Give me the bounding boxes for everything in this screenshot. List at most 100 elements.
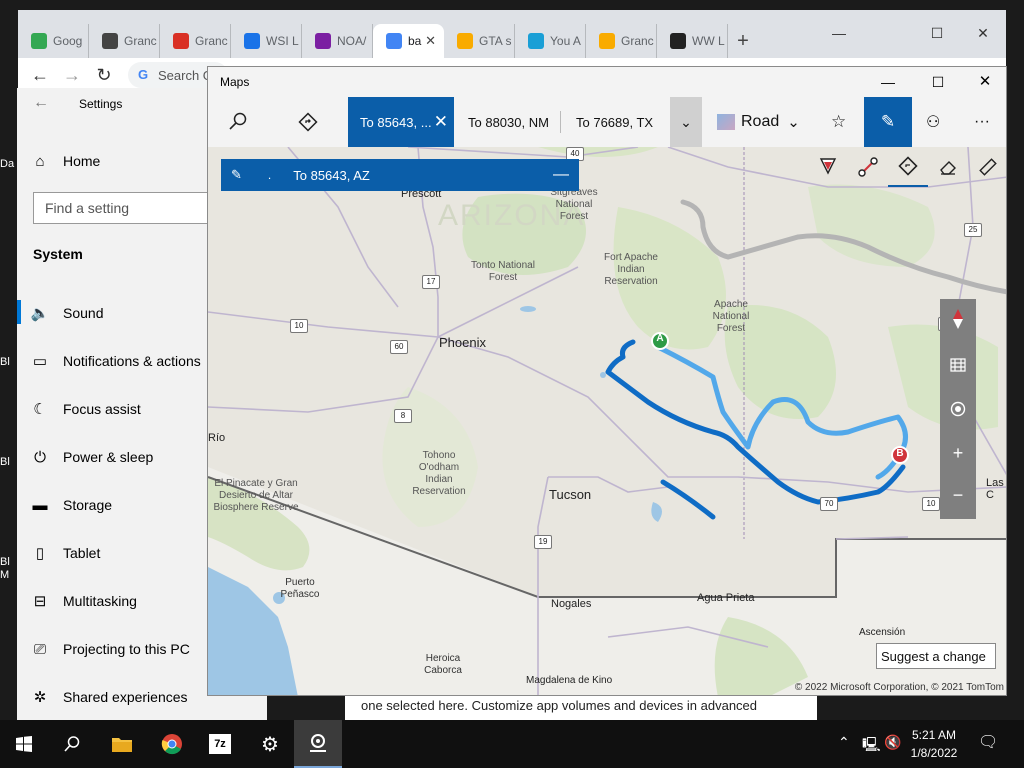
route-marker-b[interactable]: B (894, 448, 906, 459)
7zip-icon: 7z (209, 734, 231, 754)
more-button[interactable]: ··· (974, 97, 996, 147)
multitasking-icon: ⊟ (33, 593, 47, 610)
browser-tab-label: GTA s (479, 34, 512, 48)
highway-shield: 60 (390, 340, 408, 354)
settings-button[interactable]: ⚙ (246, 720, 294, 768)
close-button[interactable]: ✕ (960, 18, 1006, 48)
edit-pencil-icon[interactable]: ✎ (231, 167, 242, 183)
region-label: Sitgreaves National Forest (550, 187, 598, 222)
volume-muted-icon[interactable]: 🔇 (884, 734, 901, 751)
favicon-icon (102, 33, 118, 49)
browser-tab[interactable]: Goog (18, 24, 89, 58)
measure-tool[interactable] (848, 147, 888, 187)
minimize-button[interactable]: — (868, 69, 908, 95)
tab-route-1[interactable]: To 85643, ... ✕ (348, 97, 454, 147)
section-heading: System (33, 246, 83, 262)
reload-button[interactable]: ↻ (90, 62, 118, 88)
search-button[interactable] (228, 97, 258, 147)
chrome-button[interactable] (148, 720, 196, 768)
person-icon: ⚇ (926, 114, 941, 131)
action-center-button[interactable]: 🗨 (978, 732, 998, 752)
settings-description: one selected here. Customize app volumes… (345, 696, 817, 720)
directions-ink-tool[interactable] (888, 147, 928, 187)
browser-tab[interactable]: WW L (657, 24, 728, 58)
browser-tab[interactable]: Granc (160, 24, 231, 58)
browser-tab[interactable]: WSI L (231, 24, 302, 58)
close-button[interactable]: ✕ (965, 69, 1005, 95)
browser-tab[interactable]: ba ✕ (373, 24, 444, 58)
directions-button[interactable] (298, 97, 328, 147)
home-icon: ⌂ (35, 152, 45, 170)
map-canvas[interactable]: A B ARIZONA 4017106081970102585 Sitgreav… (208, 147, 1006, 695)
minimize-button[interactable]: — (816, 18, 862, 48)
clock[interactable]: 5:21 AM 1/8/2022 (904, 726, 964, 762)
moon-icon: ☾ (33, 401, 47, 418)
taskbar: 7z ⚙ ⌃ 🖳 🔇 5:21 AM 1/8/2022 🗨 (0, 720, 1024, 768)
show-hidden-icons-button[interactable]: ⌃ (838, 734, 850, 751)
eraser-icon (940, 161, 956, 175)
route-marker-a[interactable]: A (654, 333, 666, 344)
region-label: Fort Apache Indian Reservation (604, 252, 658, 287)
browser-tab-label: Granc (195, 34, 228, 48)
highway-shield: 10 (922, 497, 940, 511)
browser-tab-label: You A (550, 34, 581, 48)
close-route-icon[interactable]: ✕ (434, 112, 448, 132)
maximize-button[interactable]: ☐ (914, 18, 960, 48)
directions-banner[interactable]: ✎ . To 85643, AZ — (221, 159, 579, 191)
browser-tab[interactable]: NOA/ (302, 24, 373, 58)
highway-shield: 19 (534, 535, 552, 549)
find-setting-placeholder: Find a setting (45, 200, 130, 216)
search-button[interactable] (48, 720, 96, 768)
back-arrow-icon[interactable]: ← (33, 94, 49, 112)
zoom-out-button[interactable]: − (940, 475, 976, 515)
settings-nav-label: Shared experiences (63, 689, 188, 705)
eraser-tool[interactable] (928, 147, 968, 187)
tab-route-3[interactable]: To 76689, TX (564, 97, 668, 147)
settings-nav-label: Notifications & actions (63, 353, 201, 369)
compass-button[interactable] (940, 299, 976, 339)
collapse-icon[interactable]: — (553, 166, 569, 184)
browser-tab[interactable]: You A (515, 24, 586, 58)
ruler-tool[interactable] (968, 147, 1006, 187)
google-g-icon: G (138, 67, 149, 82)
more-icon: ··· (974, 113, 990, 130)
maximize-button[interactable]: ☐ (918, 69, 958, 95)
file-explorer-button[interactable] (98, 720, 146, 768)
map-view-dropdown[interactable]: Road ⌄ (717, 97, 807, 147)
ink-button[interactable]: ✎ (864, 97, 912, 147)
back-button[interactable]: ← (26, 62, 54, 88)
city-label: Heroica Caborca (424, 653, 462, 676)
close-tab-icon[interactable]: ✕ (425, 33, 436, 49)
browser-tab[interactable]: Granc (89, 24, 160, 58)
browser-tab[interactable]: Granc (586, 24, 657, 58)
forward-button[interactable]: → (58, 62, 86, 88)
banner-dot-icon: . (267, 168, 272, 182)
search-icon (229, 112, 247, 130)
7zip-button[interactable]: 7z (196, 720, 244, 768)
tab-route-2[interactable]: To 88030, NM (458, 97, 558, 147)
city-label: Puerto Peñasco (280, 577, 320, 600)
browser-tab[interactable]: GTA s (444, 24, 515, 58)
suggest-change-button[interactable]: Suggest a change (876, 643, 996, 669)
new-tab-button[interactable]: + (728, 24, 758, 58)
favorites-button[interactable]: ☆ (831, 97, 853, 147)
favorites-icon: ☆ (831, 112, 847, 131)
city-label: Agua Prieta (697, 592, 755, 604)
highway-shield: 17 (422, 275, 440, 289)
tab-route-2-label: To 88030, NM (468, 114, 549, 130)
clock-time: 5:21 AM (911, 728, 957, 742)
sign-in-button[interactable]: ⚇ (926, 97, 948, 147)
tabs-overflow-button[interactable]: ⌄ (670, 97, 702, 147)
ballpoint-pen-tool[interactable] (808, 147, 848, 187)
ink-pen-icon: ✎ (880, 112, 896, 131)
start-button[interactable] (0, 720, 48, 768)
zoom-in-button[interactable]: + (940, 433, 976, 473)
network-icon[interactable]: 🖳 (862, 734, 881, 758)
tilt-button[interactable] (940, 345, 976, 385)
my-location-button[interactable] (940, 389, 976, 429)
directions-ink-icon (898, 156, 918, 176)
settings-nav-label: Multitasking (63, 593, 137, 609)
browser-tab-label: WW L (692, 34, 725, 48)
power-icon: ⏻ (34, 448, 46, 466)
maps-button[interactable] (294, 720, 342, 768)
